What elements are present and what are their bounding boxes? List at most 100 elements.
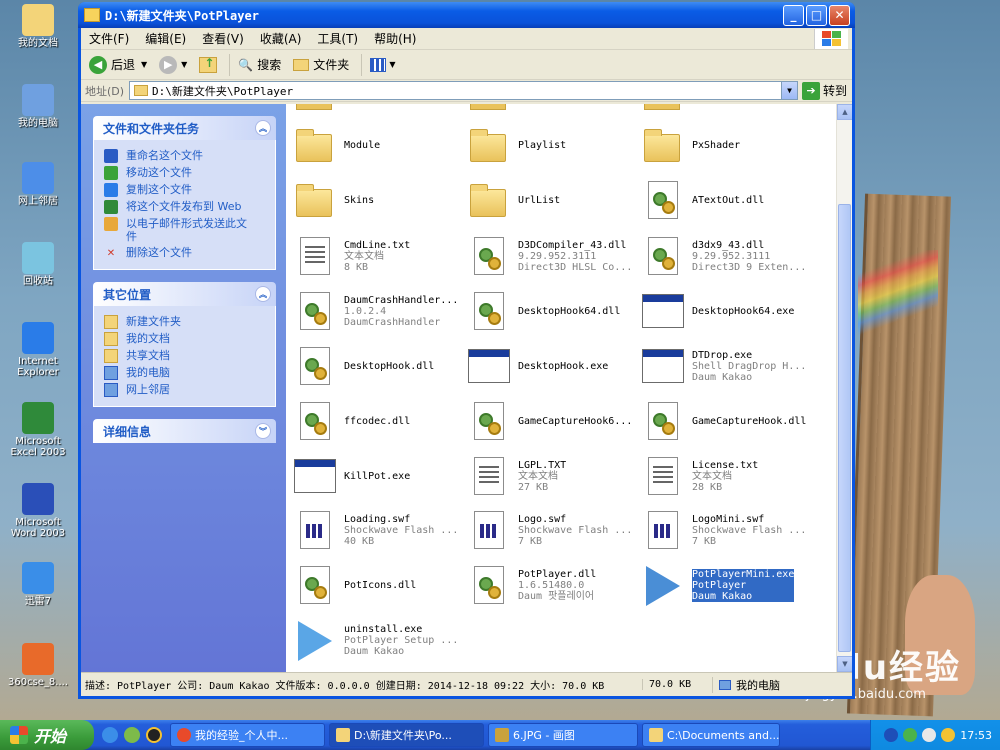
address-dropdown-button[interactable]: ▼: [781, 82, 797, 99]
file-item[interactable]: DTDrop.exe Shell DragDrop H... Daum Kakao: [642, 340, 812, 392]
other-places-header[interactable]: 其它位置 ︽: [93, 282, 276, 306]
file-item[interactable]: DesktopHook64.exe: [642, 285, 812, 337]
other-place-link[interactable]: 新建文件夹: [104, 315, 269, 329]
file-item[interactable]: LogoMini.swf Shockwave Flash ... 7 KB: [642, 504, 812, 556]
desktop-icon-word-2003[interactable]: Microsoft Word 2003: [4, 483, 72, 539]
folders-button[interactable]: 文件夹: [289, 54, 353, 75]
details-header[interactable]: 详细信息 ︾: [93, 419, 276, 443]
scroll-thumb[interactable]: [838, 204, 851, 652]
scroll-down-button[interactable]: ▼: [837, 656, 852, 672]
excel-2003-icon: [22, 402, 54, 434]
file-task-link[interactable]: 复制这个文件: [104, 183, 269, 197]
file-tasks-header[interactable]: 文件和文件夹任务 ︽: [93, 116, 276, 140]
taskbar-task-documents[interactable]: C:\Documents and...: [642, 723, 780, 747]
qq-quicklaunch-icon[interactable]: [146, 727, 162, 743]
other-place-link[interactable]: 我的电脑: [104, 366, 269, 380]
collapse-chevron-icon[interactable]: ︽: [255, 286, 271, 302]
file-item[interactable]: ATextOut.dll: [642, 174, 812, 226]
close-button[interactable]: ✕: [829, 4, 850, 26]
file-item[interactable]: DaumCrashHandler... 1.0.2.4 DaumCrashHandl…: [294, 285, 464, 337]
menu-view[interactable]: 查看(V): [194, 30, 252, 47]
menu-bar: 文件(F) 编辑(E) 查看(V) 收藏(A) 工具(T) 帮助(H): [81, 28, 852, 50]
file-item[interactable]: D3DCompiler_43.dll 9.29.952.3111 Direct3D …: [468, 230, 638, 282]
search-button[interactable]: 🔍 搜索: [234, 54, 285, 75]
desktop-icon-my-documents[interactable]: 我的文档: [4, 4, 72, 49]
back-button[interactable]: ◀ 后退 ▼: [85, 54, 151, 76]
system-tray: 17:53: [870, 720, 1000, 750]
file-item[interactable]: uninstall.exe PotPlayer Setup ... Daum Kak…: [294, 614, 464, 666]
file-item[interactable]: DesktopHook64.dll: [468, 285, 638, 337]
scroll-up-button[interactable]: ▲: [837, 104, 852, 120]
desktop-icon-recycle-bin[interactable]: 回收站: [4, 242, 72, 287]
file-task-link[interactable]: 重命名这个文件: [104, 149, 269, 163]
file-item[interactable]: Logo.swf Shockwave Flash ... 7 KB: [468, 504, 638, 556]
file-meta: Skins: [344, 195, 374, 206]
desktop-icon-xunlei[interactable]: 迅雷7: [4, 562, 72, 607]
browser-quicklaunch-icon[interactable]: [124, 727, 140, 743]
menu-file[interactable]: 文件(F): [81, 30, 137, 47]
file-item[interactable]: License.txt 文本文档 28 KB: [642, 450, 812, 502]
other-place-link[interactable]: 我的文档: [104, 332, 269, 346]
menu-help[interactable]: 帮助(H): [366, 30, 424, 47]
file-item[interactable]: GameCaptureHook6...: [468, 395, 638, 447]
up-folder-button[interactable]: ↑: [195, 55, 221, 75]
desktop-icon-my-computer[interactable]: 我的电脑: [4, 84, 72, 129]
file-task-link[interactable]: 移动这个文件: [104, 166, 269, 180]
address-input[interactable]: D:\新建文件夹\PotPlayer ▼: [129, 81, 798, 100]
file-item[interactable]: d3dx9_43.dll 9.29.952.3111 Direct3D 9 Exte…: [642, 230, 812, 282]
other-place-link[interactable]: 共享文档: [104, 349, 269, 363]
maximize-button[interactable]: □: [806, 4, 827, 26]
desktop-icon-360cse[interactable]: 360cse_8....: [4, 643, 72, 688]
file-item[interactable]: PotPlayer.dll 1.6.51480.0 Daum 팟플레이어: [468, 559, 638, 611]
file-name: DesktopHook.exe: [518, 360, 609, 372]
title-bar[interactable]: D:\新建文件夹\PotPlayer _ □ ✕: [78, 2, 855, 28]
desktop-icon-network-places[interactable]: 网上邻居: [4, 162, 72, 207]
file-item[interactable]: KillPot.exe: [294, 450, 464, 502]
menu-tools[interactable]: 工具(T): [309, 30, 366, 47]
tray-icon[interactable]: [922, 728, 937, 742]
file-item[interactable]: Playlist: [468, 119, 638, 171]
file-item[interactable]: DesktopHook.dll: [294, 340, 464, 392]
clock[interactable]: 17:53: [960, 729, 992, 742]
start-button[interactable]: 开始: [0, 720, 94, 750]
forward-button[interactable]: ▶ ▼: [155, 54, 191, 76]
tray-icon[interactable]: [903, 728, 918, 742]
minimize-button[interactable]: _: [783, 4, 804, 26]
other-place-link[interactable]: 网上邻居: [104, 383, 269, 397]
file-item[interactable]: PxShader: [642, 119, 812, 171]
vertical-scrollbar[interactable]: ▲ ▼: [836, 104, 852, 672]
collapse-chevron-icon[interactable]: ︽: [255, 120, 271, 136]
file-item[interactable]: GameCaptureHook.dll: [642, 395, 812, 447]
go-button[interactable]: ➔ 转到: [798, 81, 852, 100]
file-task-link[interactable]: ✕ 删除这个文件: [104, 246, 269, 260]
go-arrow-icon: ➔: [802, 81, 820, 100]
file-item[interactable]: Loading.swf Shockwave Flash ... 40 KB: [294, 504, 464, 556]
file-item[interactable]: PotIcons.dll: [294, 559, 464, 611]
folder-icon: [294, 124, 336, 166]
file-item[interactable]: Skins: [294, 174, 464, 226]
taskbar-task-explorer[interactable]: D:\新建文件夹\Po...: [329, 723, 484, 747]
file-item[interactable]: UrlList: [468, 174, 638, 226]
desktop-icon-internet-explorer[interactable]: Internet Explorer: [4, 322, 72, 378]
text-file-icon: [294, 235, 336, 277]
ie-quicklaunch-icon[interactable]: [102, 727, 118, 743]
tray-icon[interactable]: [884, 728, 899, 742]
file-item[interactable]: ffcodec.dll: [294, 395, 464, 447]
file-task-link[interactable]: 以电子邮件形式发送此文件: [104, 217, 269, 243]
file-meta: KillPot.exe: [344, 471, 410, 482]
menu-favorites[interactable]: 收藏(A): [252, 30, 310, 47]
expand-chevron-icon[interactable]: ︾: [255, 423, 271, 439]
file-item[interactable]: PotPlayerMini.exe PotPlayer Daum Kakao: [642, 559, 812, 611]
exe-window-icon: [642, 345, 684, 387]
file-task-link[interactable]: 将这个文件发布到 Web: [104, 200, 269, 214]
menu-edit[interactable]: 编辑(E): [137, 30, 194, 47]
views-button[interactable]: ▼: [366, 56, 399, 74]
tray-icon[interactable]: [941, 728, 956, 742]
file-item[interactable]: LGPL.TXT 文本文档 27 KB: [468, 450, 638, 502]
file-item[interactable]: CmdLine.txt 文本文档 8 KB: [294, 230, 464, 282]
file-item[interactable]: Module: [294, 119, 464, 171]
desktop-icon-excel-2003[interactable]: Microsoft Excel 2003: [4, 402, 72, 458]
taskbar-task-browser[interactable]: 我的经验_个人中...: [170, 723, 325, 747]
file-item[interactable]: DesktopHook.exe: [468, 340, 638, 392]
taskbar-task-paint[interactable]: 6.JPG - 画图: [488, 723, 638, 747]
